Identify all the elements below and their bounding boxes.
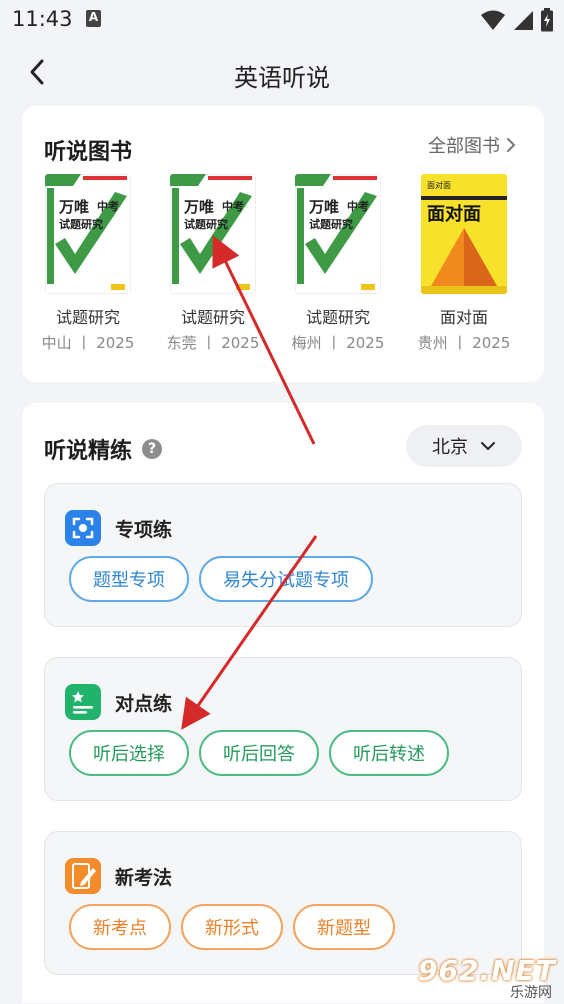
svg-text:试题研究: 试题研究	[309, 217, 353, 231]
book-meta: 东莞 丨 2025	[166, 334, 260, 352]
check-cover-art: 万唯 中考 试题研究	[170, 174, 256, 294]
chip-error-prone[interactable]: 易失分试题专项	[199, 556, 373, 602]
book-name: 面对面	[439, 308, 488, 327]
status-time: 11:43	[12, 7, 73, 31]
books-card: 听说图书 全部图书 万唯 中考 试题研究 试题研究 中山 丨 2025 万唯 中…	[22, 106, 544, 382]
chip-new-type[interactable]: 新题型	[293, 904, 395, 950]
block-head: 新考法	[65, 858, 172, 894]
book-meta: 梅州 丨 2025	[291, 334, 385, 352]
chip-row: 听后选择 听后回答 听后转述	[69, 730, 449, 776]
battery-icon	[541, 8, 553, 32]
nav-bar: 英语听说	[0, 44, 564, 102]
watermark-site: 乐游网	[510, 985, 552, 1001]
chip-row: 新考点 新形式 新题型	[69, 904, 395, 950]
book-name: 试题研究	[305, 308, 370, 327]
check-cover-art: 万唯 中考 试题研究	[295, 174, 381, 294]
book-name: 试题研究	[180, 308, 245, 327]
focus-scan-icon	[65, 510, 101, 546]
practice-section-title: 听说精练 ?	[44, 433, 163, 465]
block-head: 专项练	[65, 510, 172, 546]
wifi-icon	[481, 10, 505, 30]
svg-text:中考: 中考	[222, 199, 244, 213]
status-bar: 11:43	[0, 0, 564, 38]
svg-text:万唯: 万唯	[183, 198, 214, 216]
book-item[interactable]: 面对面 面对面 面对面 贵州 丨 2025	[404, 174, 524, 353]
svg-text:中考: 中考	[347, 199, 369, 213]
page-title: 英语听说	[234, 64, 330, 92]
chip-listen-answer[interactable]: 听后回答	[199, 730, 319, 776]
book-name: 试题研究	[55, 308, 120, 327]
chevron-down-icon	[481, 442, 495, 451]
chevron-right-icon	[507, 138, 516, 152]
practice-block-special: 专项练 题型专项 易失分试题专项	[44, 483, 522, 627]
pyramid-cover-art: 面对面 面对面	[421, 174, 507, 294]
book-item[interactable]: 万唯 中考 试题研究 试题研究 东莞 丨 2025	[153, 174, 273, 353]
starred-list-icon	[65, 684, 101, 720]
svg-text:面对面: 面对面	[427, 180, 451, 190]
svg-text:万唯: 万唯	[58, 198, 89, 216]
watermark: 962.NET 乐游网	[418, 954, 558, 1001]
book-meta: 贵州 丨 2025	[417, 334, 511, 352]
svg-text:试题研究: 试题研究	[184, 217, 228, 231]
signal-icon	[514, 11, 533, 30]
book-cover: 万唯 中考 试题研究	[45, 174, 131, 294]
block-label: 对点练	[115, 692, 173, 715]
book-cover: 万唯 中考 试题研究	[295, 174, 381, 294]
check-cover-art: 万唯 中考 试题研究	[45, 174, 131, 294]
practice-block-targeted: 对点练 听后选择 听后回答 听后转述	[44, 657, 522, 801]
chip-new-form[interactable]: 新形式	[181, 904, 283, 950]
block-label: 专项练	[115, 518, 173, 541]
practice-title-label: 听说精练	[44, 439, 133, 464]
chip-new-point[interactable]: 新考点	[69, 904, 171, 950]
status-icons	[480, 8, 554, 32]
all-books-link[interactable]: 全部图书	[428, 132, 516, 158]
book-cover: 面对面 面对面	[421, 174, 507, 294]
block-label: 新考法	[115, 866, 173, 889]
book-meta: 中山 丨 2025	[41, 334, 135, 352]
question-circle-icon[interactable]: ?	[142, 439, 163, 459]
chip-listen-retell[interactable]: 听后转述	[329, 730, 449, 776]
books-section-title: 听说图书	[44, 140, 133, 165]
city-select-value: 北京	[432, 437, 468, 458]
book-item[interactable]: 万唯 中考 试题研究 试题研究 中山 丨 2025	[28, 174, 148, 353]
pencil-note-icon	[65, 858, 101, 894]
book-item[interactable]: 万唯 中考 试题研究 试题研究 梅州 丨 2025	[278, 174, 398, 353]
practice-card: 听说精练 ? 北京 专项练 题型专项 易失分试题专项 对点练 听后选择 听后回答…	[22, 403, 544, 1003]
svg-text:中考: 中考	[97, 199, 119, 213]
svg-text:万唯: 万唯	[308, 198, 339, 216]
app-notification-icon	[86, 10, 101, 27]
book-cover: 万唯 中考 试题研究	[170, 174, 256, 294]
all-books-label: 全部图书	[428, 136, 500, 157]
city-select[interactable]: 北京	[406, 425, 522, 467]
chip-question-type[interactable]: 题型专项	[69, 556, 189, 602]
block-head: 对点练	[65, 684, 172, 720]
svg-text:试题研究: 试题研究	[59, 217, 103, 231]
svg-text:面对面: 面对面	[427, 203, 481, 224]
chip-listen-choose[interactable]: 听后选择	[69, 730, 189, 776]
chip-row: 题型专项 易失分试题专项	[69, 556, 373, 602]
